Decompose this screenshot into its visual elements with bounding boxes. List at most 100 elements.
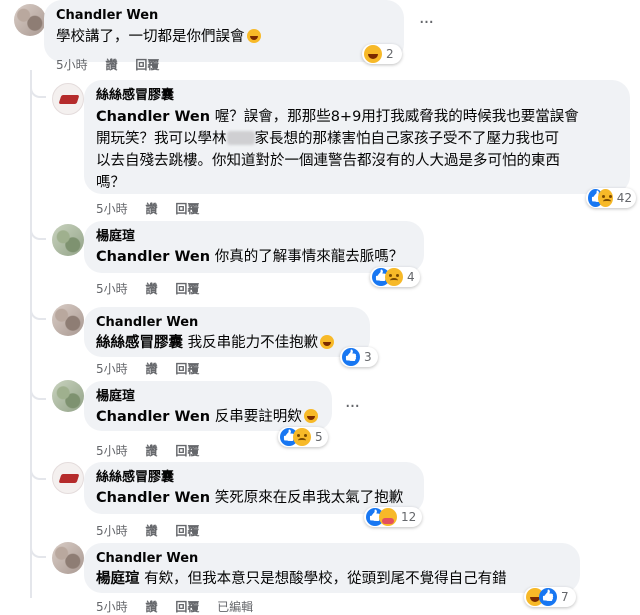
comment-text-line: 以去自殘去跳樓。你知道對於一個連警告都沒有的人大過是多可怕的東西 xyxy=(96,153,560,169)
reply-button[interactable]: 回覆 xyxy=(175,444,199,458)
comment-bubble: 絲絲感冒膠囊 Chandler Wen 喔？誤會，那那些8+9用打我威脅我的時候… xyxy=(84,80,630,194)
thread-curve xyxy=(30,540,46,558)
comment-time[interactable]: 5小時 xyxy=(96,362,128,376)
grinning-emoji-icon xyxy=(303,409,318,423)
comment-meta: 5小時 讚 回覆 xyxy=(96,200,213,217)
sad-icon xyxy=(597,189,613,207)
comment-meta: 5小時 讚 回覆 xyxy=(96,360,213,377)
comment-meta: 5小時 讚 回覆 已編輯 xyxy=(96,598,267,615)
avatar[interactable] xyxy=(14,4,46,36)
grinning-emoji-icon xyxy=(320,335,335,349)
comment-bubble: Chandler Wen 楊庭瑄 有欸，但我本意只是想酸學校，從頭到尾不覺得自己… xyxy=(84,543,580,593)
comment-meta: 5小時 讚 回覆 xyxy=(96,280,213,297)
reply-button[interactable]: 回覆 xyxy=(175,202,199,216)
comment-author[interactable]: 楊庭瑄 xyxy=(96,229,412,245)
thread-line xyxy=(30,70,32,598)
reply-button[interactable]: 回覆 xyxy=(175,362,199,376)
mention-tag[interactable]: Chandler Wen xyxy=(96,409,210,425)
edited-label: 已編輯 xyxy=(217,600,254,614)
like-button[interactable]: 讚 xyxy=(145,282,157,296)
avatar[interactable] xyxy=(52,224,84,256)
reaction-count: 7 xyxy=(561,590,569,604)
comment-bubble: 楊庭瑄 Chandler Wen 反串要註明欸 xyxy=(84,381,332,431)
comment-meta: 5小時 讚 回覆 xyxy=(56,56,173,73)
comment-author[interactable]: Chandler Wen xyxy=(56,8,392,24)
reaction-summary[interactable]: 2 xyxy=(362,44,402,64)
comment-author[interactable]: 絲絲感冒膠囊 xyxy=(96,470,412,486)
comment-text-line: 喔？誤會，那那些8+9用打我威脅我的時候我也要當誤會 xyxy=(214,109,579,125)
reaction-summary[interactable]: 42 xyxy=(586,188,636,208)
avatar[interactable] xyxy=(52,304,84,336)
like-button[interactable]: 讚 xyxy=(145,524,157,538)
comment-text: 反串要註明欸 xyxy=(214,409,302,425)
logo-icon xyxy=(58,95,80,104)
reply-button[interactable]: 回覆 xyxy=(175,282,199,296)
comment-time[interactable]: 5小時 xyxy=(96,524,128,538)
reaction-summary[interactable]: 3 xyxy=(340,347,378,367)
comment-text-line: 開玩笑？我可以學林 xyxy=(96,131,227,147)
thread-curve xyxy=(30,222,46,240)
comment-time[interactable]: 5小時 xyxy=(56,58,88,72)
thread-curve xyxy=(30,80,46,98)
comment-time[interactable]: 5小時 xyxy=(96,600,128,614)
avatar[interactable] xyxy=(52,542,84,574)
reply-button[interactable]: 回覆 xyxy=(175,524,199,538)
grinning-emoji-icon xyxy=(246,29,261,43)
comment-author[interactable]: Chandler Wen xyxy=(96,315,358,331)
thread-curve xyxy=(30,382,46,400)
sad-icon xyxy=(385,268,403,286)
mention-tag[interactable]: 絲絲感冒膠囊 xyxy=(96,335,183,351)
comment-bubble: 楊庭瑄 Chandler Wen 你真的了解事情來龍去脈嗎？ xyxy=(84,221,424,273)
more-options-icon[interactable]: ··· xyxy=(416,14,436,36)
reaction-count: 4 xyxy=(407,270,415,284)
mention-tag[interactable]: 楊庭瑄 xyxy=(96,571,140,587)
comment-time[interactable]: 5小時 xyxy=(96,282,128,296)
mention-tag[interactable]: Chandler Wen xyxy=(96,249,210,265)
comment-text-line: 家長想的那樣害怕自己家孩子受不了壓力我也可 xyxy=(254,131,560,147)
reaction-count: 3 xyxy=(364,350,372,364)
avatar[interactable] xyxy=(52,380,84,412)
comment-bubble: Chandler Wen 絲絲感冒膠囊 我反串能力不佳抱歉 xyxy=(84,307,370,357)
comment-text: 學校講了，一切都是你們誤會 xyxy=(56,29,245,45)
haha-icon xyxy=(364,45,382,63)
comment-time[interactable]: 5小時 xyxy=(96,202,128,216)
comment-bubble: Chandler Wen 學校講了，一切都是你們誤會 xyxy=(44,0,404,62)
reaction-summary[interactable]: 4 xyxy=(370,267,420,287)
reaction-count: 12 xyxy=(401,510,417,524)
avatar[interactable] xyxy=(52,462,84,494)
thread-curve xyxy=(30,302,46,320)
like-button[interactable]: 讚 xyxy=(105,58,117,72)
reply-button[interactable]: 回覆 xyxy=(175,600,199,614)
reaction-count: 5 xyxy=(315,430,323,444)
comment-author[interactable]: Chandler Wen xyxy=(96,551,568,567)
like-icon xyxy=(539,588,557,606)
comment-meta: 5小時 讚 回覆 xyxy=(96,442,213,459)
like-button[interactable]: 讚 xyxy=(145,600,157,614)
care-icon xyxy=(379,508,397,526)
mention-tag[interactable]: Chandler Wen xyxy=(96,490,210,506)
like-button[interactable]: 讚 xyxy=(145,444,157,458)
reply-button[interactable]: 回覆 xyxy=(135,58,159,72)
comment-meta: 5小時 讚 回覆 xyxy=(96,522,213,539)
reaction-count: 2 xyxy=(386,47,394,61)
comment-text: 我反串能力不佳抱歉 xyxy=(187,335,319,351)
reaction-summary[interactable]: 7 xyxy=(524,587,576,607)
comment-text: 你真的了解事情來龍去脈嗎？ xyxy=(214,249,404,265)
comment-author[interactable]: 絲絲感冒膠囊 xyxy=(96,88,618,104)
redacted-name xyxy=(226,131,255,145)
like-button[interactable]: 讚 xyxy=(145,362,157,376)
logo-icon xyxy=(58,474,80,483)
comment-author[interactable]: 楊庭瑄 xyxy=(96,389,320,405)
comment-text: 有欸，但我本意只是想酸學校，從頭到尾不覺得自己有錯 xyxy=(144,571,507,587)
reaction-summary[interactable]: 5 xyxy=(278,427,328,447)
comment-time[interactable]: 5小時 xyxy=(96,444,128,458)
more-options-icon[interactable]: ··· xyxy=(342,398,362,420)
reaction-count: 42 xyxy=(616,191,632,205)
like-icon xyxy=(342,348,360,366)
like-button[interactable]: 讚 xyxy=(145,202,157,216)
mention-tag[interactable]: Chandler Wen xyxy=(96,109,210,125)
sad-icon xyxy=(293,428,311,446)
avatar[interactable] xyxy=(52,83,84,115)
reaction-summary[interactable]: 12 xyxy=(364,507,422,527)
thread-curve xyxy=(30,462,46,480)
